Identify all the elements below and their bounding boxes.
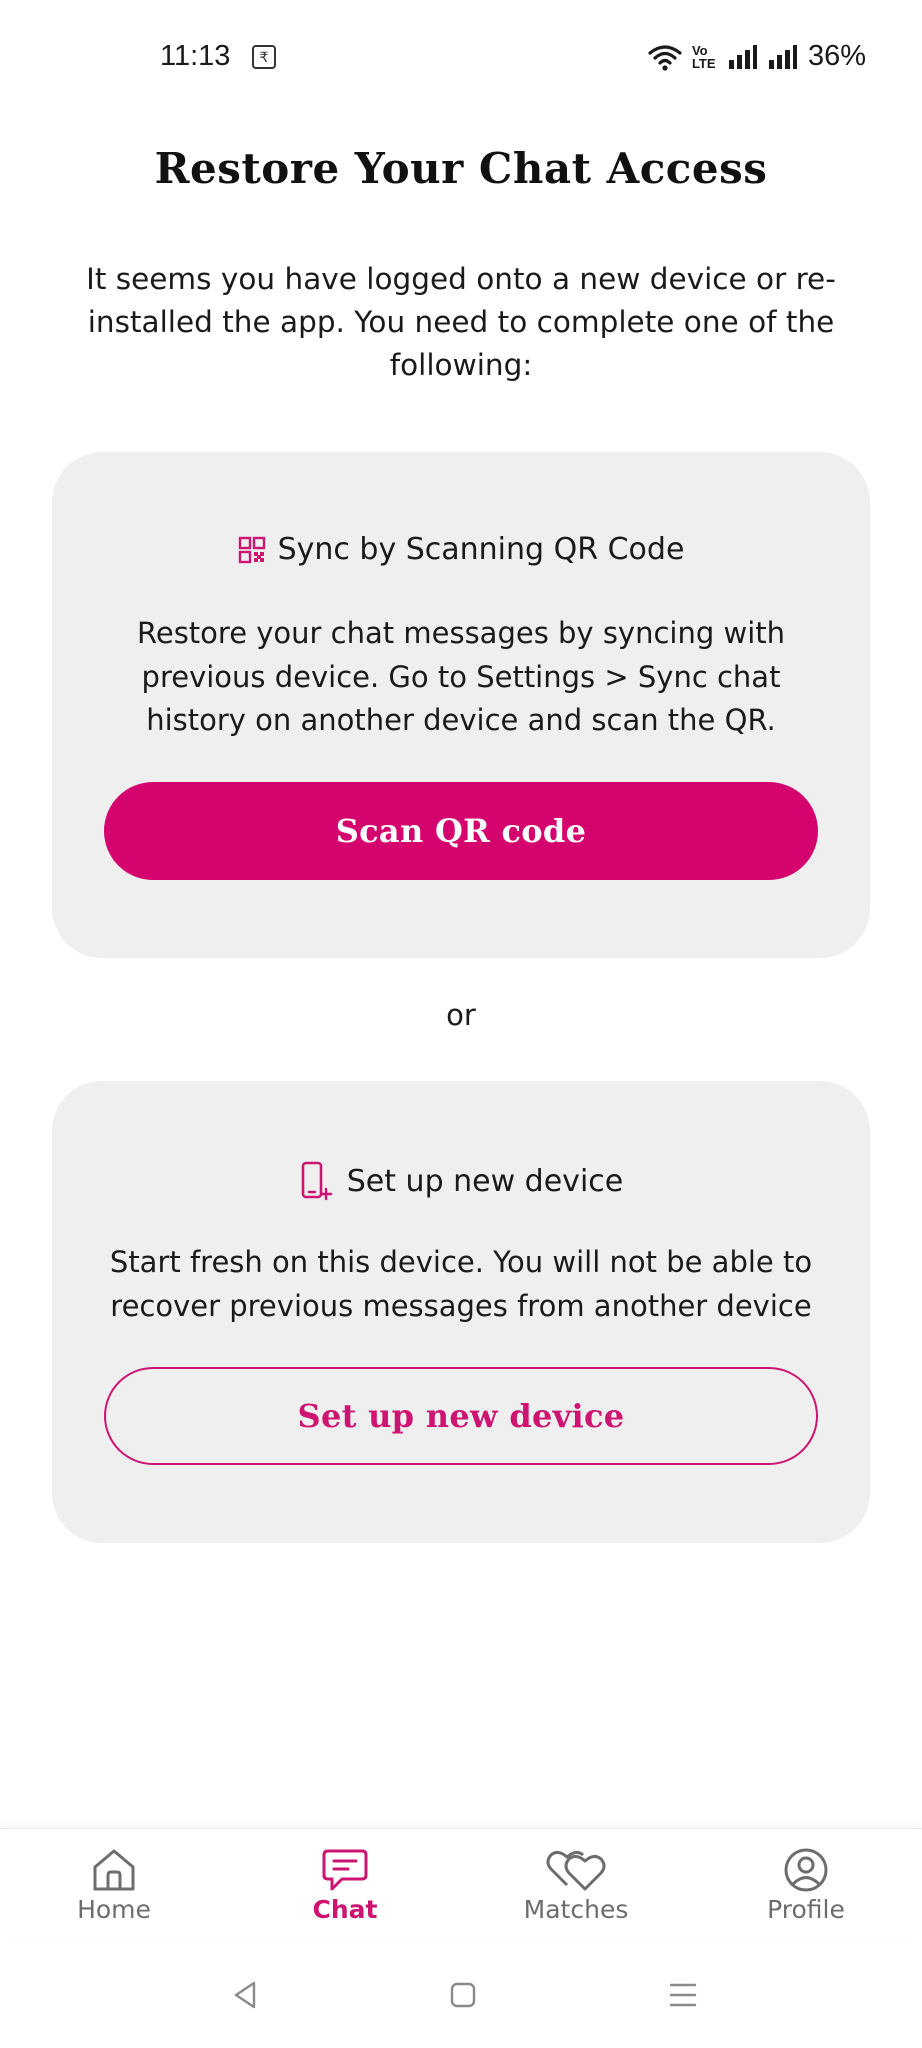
status-bar: 11:13 ₹ Vo LTE 36% (0, 0, 922, 116)
status-icons: Vo LTE 36% (648, 40, 866, 73)
system-navigation-bar (0, 1950, 922, 2048)
nav-label-home: Home (77, 1895, 151, 1924)
home-square-icon[interactable] (448, 1980, 478, 2010)
set-up-new-device-button[interactable]: Set up new device (104, 1367, 818, 1465)
wifi-icon (648, 44, 682, 71)
nav-item-matches[interactable]: Matches (486, 1847, 666, 1924)
page-title: Restore Your Chat Access (154, 144, 768, 193)
nav-item-profile[interactable]: Profile (716, 1847, 896, 1924)
nav-label-profile: Profile (767, 1895, 845, 1924)
new-device-description: Start fresh on this device. You will not… (109, 1245, 813, 1323)
nav-label-matches: Matches (523, 1895, 629, 1924)
restore-chat-screen: 11:13 ₹ Vo LTE 36% Restore Your Chat Acc… (0, 0, 922, 2048)
volte-icon: Vo LTE (691, 42, 716, 71)
hearts-icon (546, 1850, 606, 1891)
signal-icon (768, 44, 797, 69)
new-device-heading: Set up new device (52, 1161, 870, 1201)
intro-text: It seems you have logged onto a new devi… (86, 262, 836, 382)
battery-percentage: 36% (807, 40, 866, 72)
chat-icon (322, 1849, 368, 1891)
or-separator: or (446, 998, 476, 1032)
new-device-card: Set up new device Start fresh on this de… (52, 1081, 870, 1543)
sync-qr-card: Sync by Scanning QR Code Restore your ch… (52, 452, 870, 958)
scan-qr-button[interactable]: Scan QR code (104, 782, 818, 880)
back-triangle-icon[interactable] (230, 1980, 260, 2010)
recents-menu-icon[interactable] (668, 1980, 698, 2010)
sync-qr-description: Restore your chat messages by syncing wi… (137, 616, 785, 737)
bottom-nav: Home Chat Matches Profile (0, 1828, 922, 1938)
sync-qr-title: Sync by Scanning QR Code (277, 532, 685, 567)
signal-icon (728, 44, 757, 69)
nav-label-chat: Chat (312, 1895, 378, 1924)
nav-item-home[interactable]: Home (24, 1847, 204, 1924)
nav-item-chat[interactable]: Chat (255, 1847, 435, 1924)
sync-qr-heading: Sync by Scanning QR Code (52, 532, 870, 567)
rupee-notification-icon: ₹ (252, 45, 276, 69)
new-device-title: Set up new device (346, 1163, 624, 1199)
home-icon (93, 1849, 135, 1891)
phone-add-icon (301, 1161, 332, 1201)
status-time: 11:13 (160, 40, 231, 72)
profile-icon (784, 1848, 828, 1892)
qr-code-icon (238, 536, 265, 563)
